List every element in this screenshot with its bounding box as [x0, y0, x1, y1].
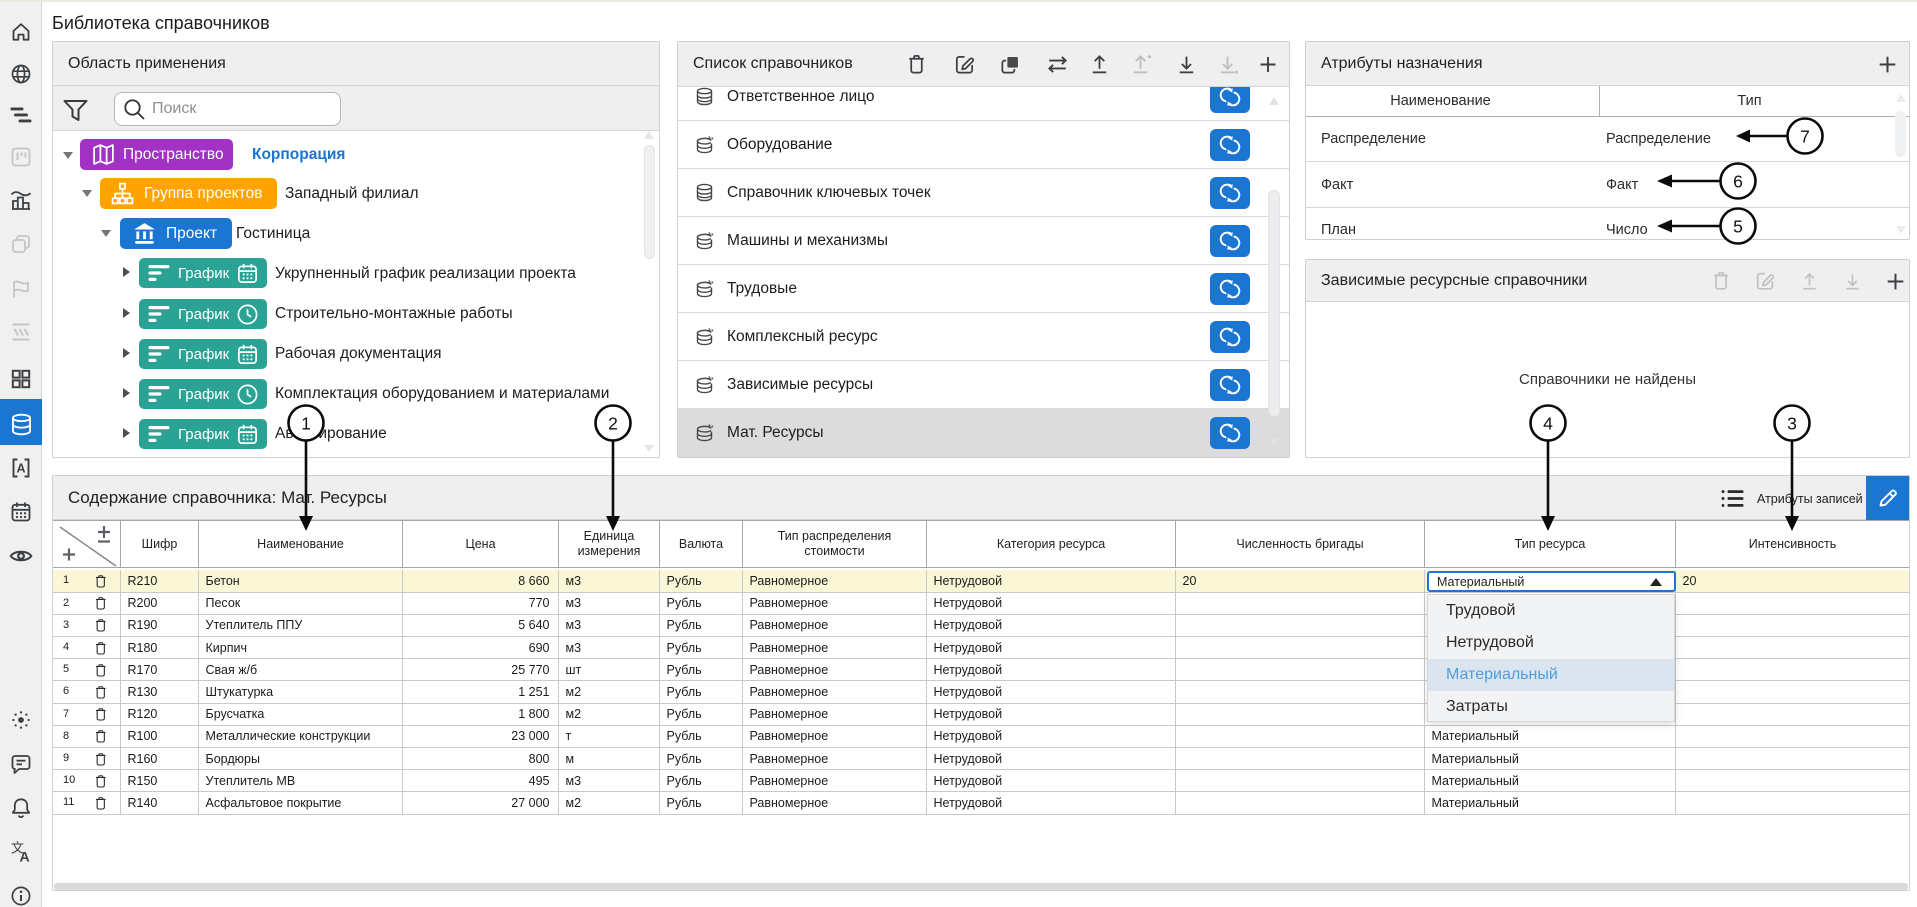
- svg-text:A: A: [16, 462, 25, 476]
- svg-text:A: A: [20, 849, 30, 865]
